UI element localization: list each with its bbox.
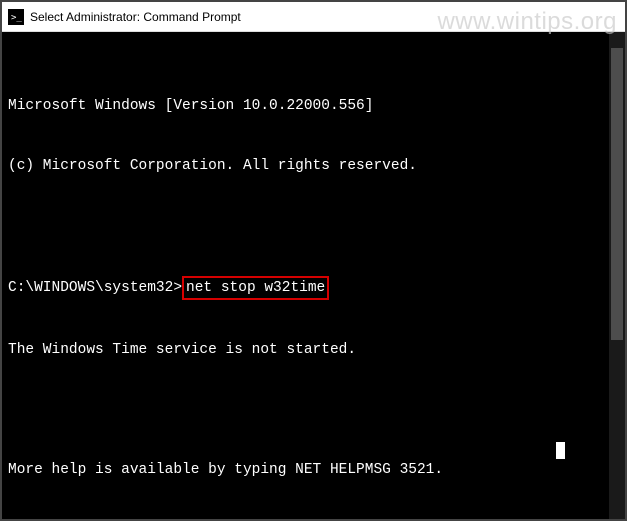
cursor [556, 442, 565, 459]
terminal-line [8, 400, 619, 420]
scrollbar-thumb[interactable] [611, 48, 623, 340]
terminal-output: Microsoft Windows [Version 10.0.22000.55… [2, 32, 625, 519]
terminal-line [8, 216, 619, 236]
terminal-line: The Windows Time service is not started. [8, 340, 619, 360]
terminal-line: C:\WINDOWS\system32>net stop w32time [8, 276, 619, 300]
command-highlight: net stop w32time [182, 276, 329, 300]
window-title: Select Administrator: Command Prompt [30, 10, 241, 24]
svg-text:>_: >_ [11, 13, 22, 23]
terminal-line: Microsoft Windows [Version 10.0.22000.55… [8, 96, 619, 116]
scrollbar[interactable] [609, 32, 625, 519]
terminal-line: (c) Microsoft Corporation. All rights re… [8, 156, 619, 176]
terminal-line: More help is available by typing NET HEL… [8, 460, 619, 480]
window-titlebar: >_ Select Administrator: Command Prompt [2, 2, 625, 32]
cmd-icon: >_ [8, 9, 24, 25]
